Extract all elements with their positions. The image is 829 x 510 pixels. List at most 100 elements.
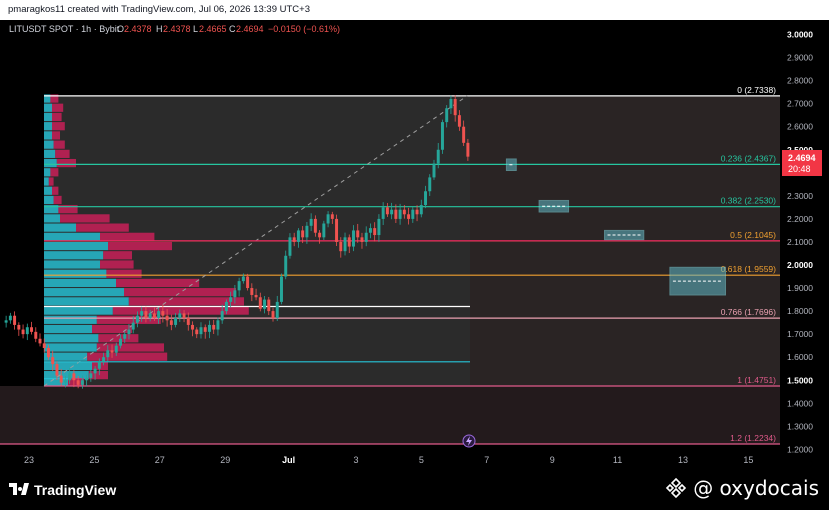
legend-c-label: C <box>229 24 236 34</box>
profile-bar-up <box>44 288 124 297</box>
legend-h-label: H <box>156 24 163 34</box>
candle-body <box>402 209 406 215</box>
candle-body <box>292 237 296 242</box>
legend: LITUSDT SPOT · 1h · Bybit O 2.4378 H 2.4… <box>9 24 340 34</box>
price-tick-label: 1.5000 <box>787 375 813 385</box>
profile-bar-down <box>53 195 62 205</box>
profile-bar-up <box>44 131 52 140</box>
profile-bar-down <box>52 103 64 112</box>
candle-body <box>76 380 80 385</box>
profile-bar-up <box>44 278 116 288</box>
profile-bar-down <box>52 131 60 140</box>
candle-body <box>373 228 377 236</box>
candle-body <box>157 311 161 319</box>
candle-body <box>178 313 182 319</box>
candle-body <box>428 177 432 192</box>
candle-body <box>17 324 21 330</box>
candle-body <box>335 218 339 242</box>
caption-bar: pmaragkos11 created with TradingView.com… <box>0 0 829 20</box>
candle-body <box>93 368 97 374</box>
fib-label: 0 (2.7338) <box>737 85 776 95</box>
legend-l-value: 2.4665 <box>199 24 227 34</box>
candle-body <box>318 232 322 238</box>
candle-body <box>411 209 415 219</box>
candle-body <box>330 214 334 219</box>
tradingview-logo[interactable]: TradingView <box>9 482 116 498</box>
price-tick-label: 2.2000 <box>787 214 813 224</box>
candle-body <box>267 299 271 312</box>
profile-bar-up <box>44 324 92 334</box>
price-tick-label: 3.0000 <box>787 30 813 40</box>
candle-body <box>80 380 84 385</box>
candle-body <box>114 345 118 353</box>
profile-bar-down <box>52 122 65 131</box>
price-tag: 2.4694 20:48 <box>782 150 822 176</box>
price-tick-label: 2.3000 <box>787 191 813 201</box>
binance-logo-icon <box>666 477 687 499</box>
price-tick-label: 2.7000 <box>787 99 813 109</box>
candle-body <box>191 324 195 330</box>
candle-body <box>212 324 216 330</box>
candle-body <box>38 338 42 344</box>
profile-bar-up <box>44 352 88 361</box>
candle-body <box>339 241 343 252</box>
footer: TradingView @ oxydocais <box>0 470 829 510</box>
candle-body <box>123 334 127 339</box>
candle-body <box>385 207 389 215</box>
legend-l-label: L <box>193 24 198 34</box>
candle-body <box>254 294 258 298</box>
candle-body <box>347 237 351 247</box>
price-tick-label: 2.6000 <box>787 122 813 132</box>
legend-o-value: 2.4378 <box>124 24 152 34</box>
candle-body <box>368 228 372 233</box>
profile-bar-down <box>92 324 132 334</box>
fib-label: 1.2 (1.2234) <box>730 433 776 443</box>
candle-body <box>144 311 148 319</box>
profile-bar-down <box>76 223 129 232</box>
profile-bar-up <box>44 297 129 306</box>
candle-body <box>161 311 165 316</box>
candle-body <box>424 191 428 206</box>
fib-label: 0.618 (1.9559) <box>721 264 776 274</box>
candle-body <box>284 255 288 277</box>
candle-body <box>313 218 317 233</box>
candle-body <box>415 209 419 215</box>
profile-bar-up <box>44 140 54 149</box>
candle-body <box>89 373 93 378</box>
price-chart[interactable]: 0 (2.7338) 0.236 (2.4367) 0.382 (2.2530) 0.… <box>0 20 829 470</box>
candle-body <box>457 115 461 127</box>
watermark: @ oxydocais <box>665 476 819 500</box>
candle-body <box>25 327 29 335</box>
candle-body <box>182 313 186 319</box>
price-tick-label: 2.9000 <box>787 53 813 63</box>
fib-label: 0.5 (2.1045) <box>730 230 776 240</box>
lightning-icon[interactable] <box>462 434 476 448</box>
price-tag-value: 2.4694 <box>788 153 816 163</box>
profile-bar-up <box>44 112 52 122</box>
tradingview-brand: TradingView <box>34 482 117 498</box>
candle-body <box>46 347 50 358</box>
candle-body <box>220 311 224 321</box>
candle-body <box>68 373 72 381</box>
tradingview-logo-icon <box>9 483 29 497</box>
candle-body <box>263 299 267 309</box>
candle-body <box>377 218 381 236</box>
candle-body <box>106 350 110 358</box>
legend-c-value: 2.4694 <box>236 24 264 34</box>
candle-body <box>174 318 178 325</box>
price-axis[interactable]: 3.00002.90002.80002.70002.60002.50002.40… <box>780 20 829 454</box>
watermark-text: @ oxydocais <box>693 476 819 500</box>
candle-body <box>42 343 46 348</box>
candle-body <box>237 281 241 291</box>
candle-body <box>279 276 283 302</box>
fib-label: 0.766 (1.7696) <box>721 307 776 317</box>
candle-body <box>13 315 17 325</box>
candle-body <box>390 209 394 215</box>
legend-o-label: O <box>117 24 124 34</box>
candle-body <box>364 232 368 242</box>
fib-zone-below <box>0 385 780 445</box>
candle-body <box>165 315 169 321</box>
profile-bar-up <box>44 158 57 168</box>
profile-bar-up <box>44 177 49 186</box>
profile-bar-up <box>44 186 52 195</box>
